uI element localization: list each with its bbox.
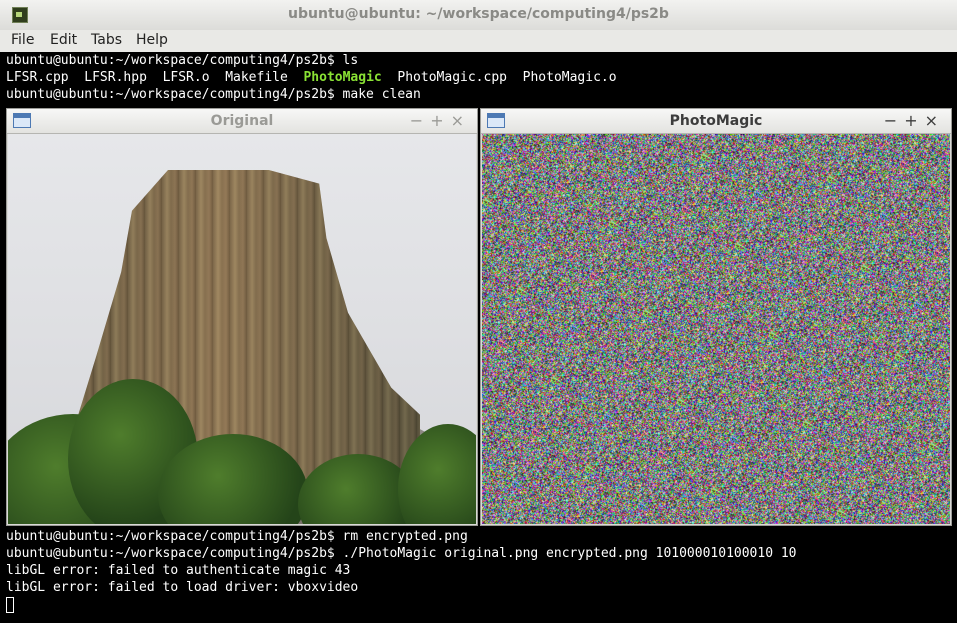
window-title: ubuntu@ubuntu: ~/workspace/computing4/ps… [288, 6, 669, 22]
encrypted-image [482, 134, 950, 524]
close-icon[interactable]: × [451, 111, 471, 130]
maximize-icon[interactable]: + [430, 111, 450, 130]
minimize-icon[interactable]: − [884, 111, 904, 130]
command: rm encrypted.png [334, 529, 468, 544]
command: make clean [334, 87, 421, 102]
terminal-line: ubuntu@ubuntu:~/workspace/computing4/ps2… [6, 529, 468, 544]
command: ./PhotoMagic original.png encrypted.png … [334, 546, 797, 561]
terminal-cursor [6, 597, 14, 613]
photomagic-title: PhotoMagic [669, 113, 763, 129]
file-entry: LFSR.hpp [84, 70, 147, 85]
original-title: Original [210, 113, 274, 129]
prompt: ubuntu@ubuntu:~/workspace/computing4/ps2… [6, 87, 335, 102]
menu-file[interactable]: File [11, 32, 34, 48]
error-line: libGL error: failed to authenticate magi… [6, 563, 351, 578]
error-line: libGL error: failed to load driver: vbox… [6, 580, 359, 595]
prompt: ubuntu@ubuntu:~/workspace/computing4/ps2… [6, 546, 335, 561]
ls-output: LFSR.cpp LFSR.hpp LFSR.o Makefile PhotoM… [6, 70, 617, 85]
menu-help[interactable]: Help [136, 32, 168, 48]
maximize-icon[interactable]: + [904, 111, 924, 130]
terminal-titlebar[interactable]: ubuntu@ubuntu: ~/workspace/computing4/ps… [0, 0, 957, 31]
minimize-icon[interactable]: − [410, 111, 430, 130]
prompt: ubuntu@ubuntu:~/workspace/computing4/ps2… [6, 529, 335, 544]
menu-tabs[interactable]: Tabs [91, 32, 122, 48]
executable-entry: PhotoMagic [303, 70, 382, 85]
photomagic-titlebar[interactable]: PhotoMagic −+× [481, 109, 951, 134]
file-entry: LFSR.cpp [6, 70, 69, 85]
prompt: ubuntu@ubuntu:~/workspace/computing4/ps2… [6, 53, 335, 68]
original-titlebar[interactable]: Original −+× [7, 109, 477, 134]
menu-edit[interactable]: Edit [50, 32, 77, 48]
file-entry: PhotoMagic.o [522, 70, 617, 85]
menu-bar: File Edit Tabs Help [0, 30, 957, 53]
terminal-line: ubuntu@ubuntu:~/workspace/computing4/ps2… [6, 546, 797, 561]
original-image [8, 134, 476, 524]
window-controls: −+× [884, 111, 945, 130]
close-icon[interactable]: × [925, 111, 945, 130]
original-window[interactable]: Original −+× [6, 108, 478, 526]
terminal-line: ubuntu@ubuntu:~/workspace/computing4/ps2… [6, 87, 421, 102]
window-controls: −+× [410, 111, 471, 130]
noise-canvas [482, 134, 950, 524]
file-entry: LFSR.o [162, 70, 210, 85]
photomagic-window[interactable]: PhotoMagic −+× [480, 108, 952, 526]
file-entry: Makefile [225, 70, 288, 85]
file-entry: PhotoMagic.cpp [397, 70, 507, 85]
command: ls [334, 53, 359, 68]
terminal-line: ubuntu@ubuntu:~/workspace/computing4/ps2… [6, 53, 358, 68]
